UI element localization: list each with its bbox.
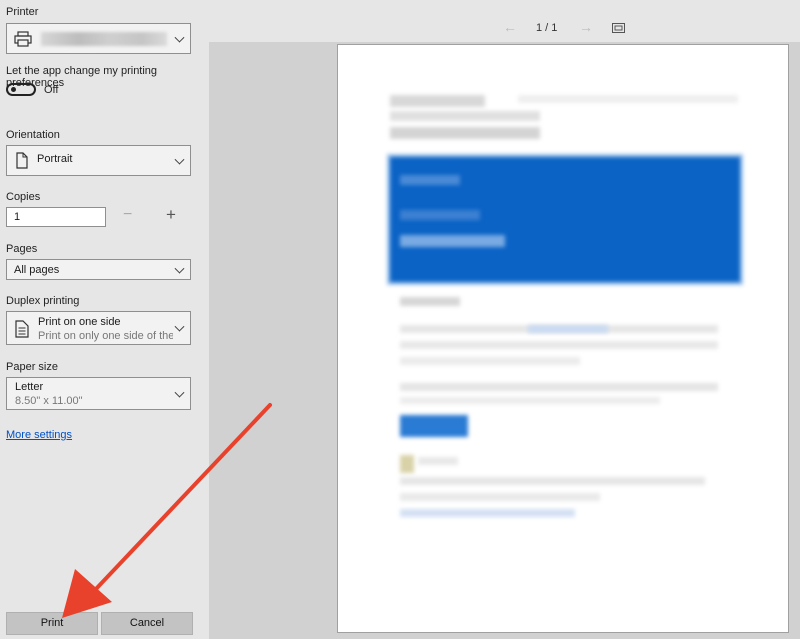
document-icon (16, 152, 28, 169)
blurred-text-line (400, 477, 705, 485)
blurred-logo (400, 455, 414, 473)
paper-size-label: Paper size (6, 361, 58, 373)
blurred-banner-text (400, 235, 505, 247)
blurred-text-line (400, 357, 580, 365)
orientation-dropdown[interactable]: Portrait (6, 145, 191, 176)
duplex-dropdown[interactable]: Print on one side Print on only one side… (6, 311, 191, 345)
blurred-text-line (400, 297, 460, 306)
copies-label: Copies (6, 191, 41, 203)
more-settings-link[interactable]: More settings (6, 429, 72, 441)
print-preview-page (337, 44, 789, 633)
print-button[interactable]: Print (6, 612, 98, 635)
blurred-link-text (528, 325, 608, 333)
pages-label: Pages (6, 243, 38, 255)
copies-value: 1 (14, 211, 21, 223)
chevron-down-icon (174, 321, 185, 332)
pages-dropdown[interactable]: All pages (6, 259, 191, 280)
blurred-text-line (400, 397, 660, 404)
copies-decrement-button[interactable]: − (123, 206, 132, 224)
blurred-header-line (390, 111, 540, 121)
preview-toolbar: ← 1 / 1 → (209, 0, 800, 42)
blurred-text-line (418, 457, 458, 465)
page-indicator: 1 / 1 (536, 22, 558, 34)
blurred-blue-button (400, 415, 468, 437)
blurred-header-line (390, 127, 540, 139)
app-preferences-toggle[interactable] (6, 83, 36, 96)
previous-page-button[interactable]: ← (503, 19, 517, 35)
printer-dropdown[interactable] (6, 23, 191, 54)
duplex-value: Print on one side (38, 316, 121, 328)
copies-input[interactable]: 1 (6, 207, 106, 227)
paper-size-dropdown[interactable]: Letter 8.50" x 11.00" (6, 377, 191, 410)
app-preferences-label: Let the app change my printing preferenc… (6, 65, 158, 89)
paper-size-value: Letter (15, 381, 44, 393)
printer-name-redacted (41, 32, 167, 46)
print-settings-panel: Printer Let the app change my printing p… (0, 0, 206, 639)
duplex-label: Duplex printing (6, 295, 80, 307)
pages-value: All pages (14, 264, 60, 276)
orientation-value: Portrait (37, 153, 73, 165)
blurred-banner-text (400, 210, 480, 220)
chevron-down-icon (174, 32, 185, 43)
chevron-down-icon (174, 387, 185, 398)
next-page-button[interactable]: → (579, 19, 593, 35)
blurred-text-line (400, 383, 718, 391)
copies-increment-button[interactable]: + (166, 205, 176, 225)
blurred-banner-text (400, 175, 460, 185)
fit-page-icon[interactable] (612, 23, 625, 33)
orientation-label: Orientation (6, 129, 60, 141)
blurred-text-line (400, 341, 718, 349)
printer-icon (14, 31, 32, 47)
chevron-down-icon (174, 263, 185, 274)
duplex-subtext: Print on only one side of the pa (38, 330, 173, 342)
blurred-text-line (400, 493, 600, 501)
blurred-link-text (400, 509, 575, 517)
chevron-down-icon (174, 154, 185, 165)
blurred-header-line (390, 95, 485, 107)
cancel-button[interactable]: Cancel (101, 612, 193, 635)
paper-size-subtext: 8.50" x 11.00" (15, 395, 83, 407)
toggle-state-label: Off (44, 84, 59, 96)
duplex-document-icon (15, 320, 29, 338)
toggle-knob (11, 87, 16, 92)
printer-label: Printer (6, 6, 39, 18)
blurred-header-line (518, 95, 738, 103)
